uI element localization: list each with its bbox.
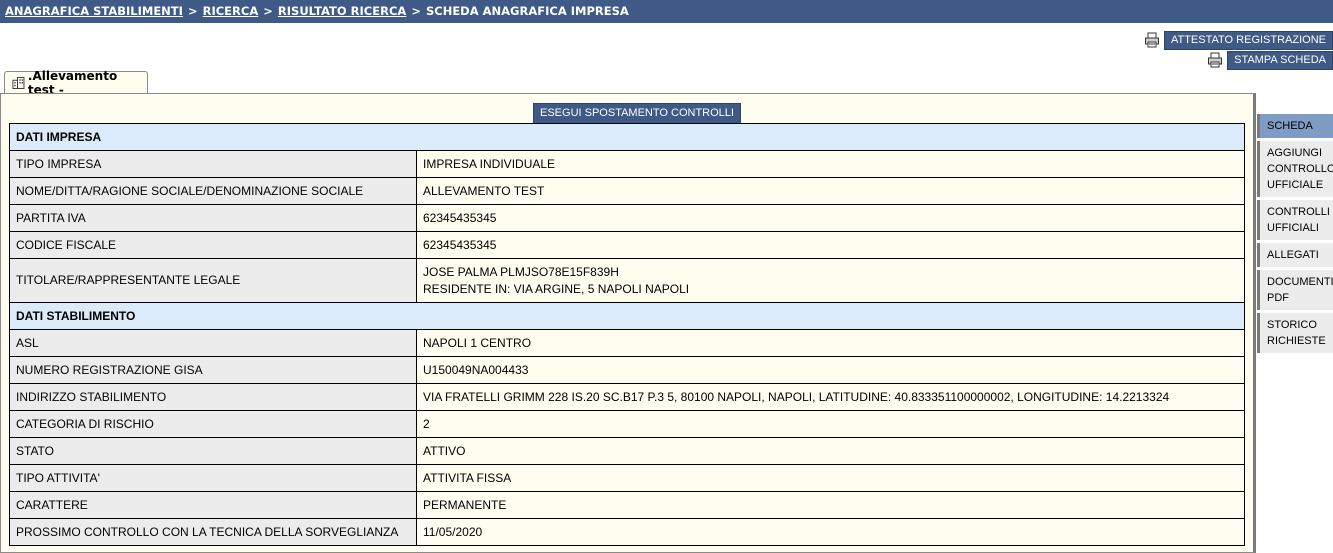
table-row: CATEGORIA DI RISCHIO 2 — [9, 410, 1245, 438]
section-title: DATI IMPRESA — [9, 123, 1245, 151]
row-value: ALLEVAMENTO TEST — [416, 177, 1245, 205]
table-row: ASL NAPOLI 1 CENTRO — [9, 329, 1245, 357]
esegui-spostamento-button[interactable]: ESEGUI SPOSTAMENTO CONTROLLI — [533, 103, 741, 124]
sidebar-item-scheda[interactable]: SCHEDA — [1257, 114, 1333, 138]
row-label: CATEGORIA DI RISCHIO — [9, 410, 417, 438]
section-title: DATI STABILIMENTO — [9, 302, 1245, 330]
breadcrumb: ANAGRAFICA STABILIMENTI > RICERCA > RISU… — [0, 0, 1333, 23]
row-label: PARTITA IVA — [9, 204, 417, 232]
table-row: PROSSIMO CONTROLLO CON LA TECNICA DELLA … — [9, 518, 1245, 546]
table-row: TITOLARE/RAPPRESENTANTE LEGALE JOSE PALM… — [9, 258, 1245, 303]
sidebar-item-storico-richieste[interactable]: STORICO RICHIESTE — [1257, 313, 1333, 353]
sidebar-item-documenti-pdf[interactable]: DOCUMENTI PDF — [1257, 270, 1333, 310]
row-label: TIPO ATTIVITA' — [9, 464, 417, 492]
section-row: DATI IMPRESA — [9, 123, 1245, 151]
sidebar-item-label: RICHIESTE — [1267, 335, 1326, 347]
row-label: NUMERO REGISTRAZIONE GISA — [9, 356, 417, 384]
breadcrumb-risultato-link[interactable]: RISULTATO RICERCA — [278, 4, 406, 18]
tab-allevamento[interactable]: .Allevamento test - — [4, 69, 148, 97]
sidebar-item-label: DOCUMENTI — [1267, 276, 1333, 288]
row-value: 11/05/2020 — [416, 518, 1245, 546]
table-row: TIPO IMPRESA IMPRESA INDIVIDUALE — [9, 150, 1245, 178]
row-label: STATO — [9, 437, 417, 465]
breadcrumb-current: SCHEDA ANAGRAFICA IMPRESA — [425, 4, 629, 18]
row-value: PERMANENTE — [416, 491, 1245, 519]
printer-icon[interactable] — [1207, 52, 1223, 68]
row-label: CARATTERE — [9, 491, 417, 519]
breadcrumb-separator: > — [411, 4, 421, 18]
sidebar-item-label: CONTROLLO — [1267, 163, 1333, 175]
table-row: NUMERO REGISTRAZIONE GISA U150049NA00443… — [9, 356, 1245, 384]
stampa-row: STAMPA SCHEDA — [1033, 50, 1333, 70]
actions-panel: ATTESTATO REGISTRAZIONE STAMPA SCHEDA — [1033, 30, 1333, 71]
sidebar-item-label: STORICO — [1267, 319, 1317, 331]
stampa-scheda-button[interactable]: STAMPA SCHEDA — [1227, 50, 1333, 70]
breadcrumb-anagrafica-link[interactable]: ANAGRAFICA STABILIMENTI — [5, 4, 183, 18]
breadcrumb-separator: > — [187, 4, 198, 18]
row-value: ATTIVO — [416, 437, 1245, 465]
titolare-name: JOSE PALMA PLMJSO78E15F839H — [423, 264, 619, 279]
scheda-table: DATI IMPRESA TIPO IMPRESA IMPRESA INDIVI… — [9, 123, 1245, 546]
row-value: 2 — [416, 410, 1245, 438]
row-value: JOSE PALMA PLMJSO78E15F839H RESIDENTE IN… — [416, 258, 1245, 303]
row-value: 62345435345 — [416, 231, 1245, 259]
sidebar-item-label: ALLEGATI — [1267, 249, 1319, 261]
row-label: TIPO IMPRESA — [9, 150, 417, 178]
table-row: CODICE FISCALE 62345435345 — [9, 231, 1245, 259]
breadcrumb-separator: > — [263, 4, 273, 18]
table-row: TIPO ATTIVITA' ATTIVITA FISSA — [9, 464, 1245, 492]
sidebar-item-label: UFFICIALE — [1267, 179, 1324, 191]
table-row: INDIRIZZO STABILIMENTO VIA FRATELLI GRIM… — [9, 383, 1245, 411]
sidebar-item-label: PDF — [1267, 292, 1289, 304]
row-value: 62345435345 — [416, 204, 1245, 232]
row-value: NAPOLI 1 CENTRO — [416, 329, 1245, 357]
sidebar-item-label: SCHEDA — [1267, 120, 1313, 132]
row-value: VIA FRATELLI GRIMM 228 IS.20 SC.B17 P.3 … — [416, 383, 1245, 411]
breadcrumb-ricerca-link[interactable]: RICERCA — [203, 4, 259, 18]
row-value: ATTIVITA FISSA — [416, 464, 1245, 492]
sidebar-item-label: CONTROLLI — [1267, 206, 1330, 218]
section-row: DATI STABILIMENTO — [9, 302, 1245, 330]
sidebar-item-label: UFFICIALI — [1267, 222, 1319, 234]
sidebar-item-label: AGGIUNGI — [1267, 147, 1323, 159]
row-value: IMPRESA INDIVIDUALE — [416, 150, 1245, 178]
row-value: U150049NA004433 — [416, 356, 1245, 384]
sidebar-item-aggiungi-controllo[interactable]: AGGIUNGI CONTROLLO UFFICIALE — [1257, 141, 1333, 197]
table-row: NOME/DITTA/RAGIONE SOCIALE/DENOMINAZIONE… — [9, 177, 1245, 205]
sidebar-menu: SCHEDA AGGIUNGI CONTROLLO UFFICIALE CONT… — [1257, 114, 1333, 356]
main-panel: ESEGUI SPOSTAMENTO CONTROLLI DATI IMPRES… — [0, 93, 1256, 553]
row-label: TITOLARE/RAPPRESENTANTE LEGALE — [9, 258, 417, 303]
attestato-row: ATTESTATO REGISTRAZIONE — [1033, 30, 1333, 50]
row-label: NOME/DITTA/RAGIONE SOCIALE/DENOMINAZIONE… — [9, 177, 417, 205]
titolare-residence: RESIDENTE IN: VIA ARGINE, 5 NAPOLI NAPOL… — [423, 281, 690, 296]
attestato-registrazione-button[interactable]: ATTESTATO REGISTRAZIONE — [1163, 30, 1333, 50]
sidebar-item-allegati[interactable]: ALLEGATI — [1257, 243, 1333, 267]
row-label: ASL — [9, 329, 417, 357]
row-label: INDIRIZZO STABILIMENTO — [9, 383, 417, 411]
table-row: STATO ATTIVO — [9, 437, 1245, 465]
row-label: CODICE FISCALE — [9, 231, 417, 259]
sidebar-item-controlli-ufficiali[interactable]: CONTROLLI UFFICIALI — [1257, 200, 1333, 240]
table-row: PARTITA IVA 62345435345 — [9, 204, 1245, 232]
table-row: CARATTERE PERMANENTE — [9, 491, 1245, 519]
building-icon — [12, 77, 25, 89]
row-label: PROSSIMO CONTROLLO CON LA TECNICA DELLA … — [9, 518, 417, 546]
printer-icon[interactable] — [1144, 32, 1160, 48]
